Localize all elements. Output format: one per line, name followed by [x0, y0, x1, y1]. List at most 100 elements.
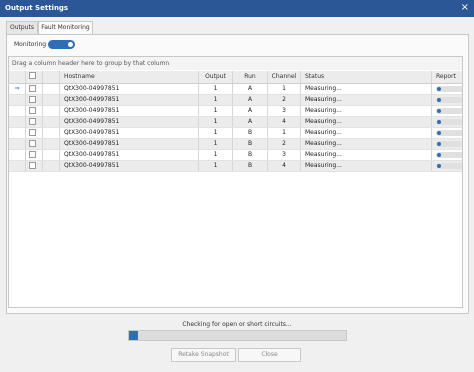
- report-cell: [432, 95, 462, 105]
- hostname-cell: QtX300-04997851: [60, 117, 199, 127]
- indicator-header: [9, 71, 26, 83]
- row-checkbox[interactable]: [29, 107, 36, 114]
- row-indicator-cell: ⇒: [9, 84, 26, 94]
- report-toggle-knob: [437, 87, 441, 91]
- report-toggle[interactable]: [436, 86, 462, 92]
- column-header-output[interactable]: Output: [199, 71, 233, 83]
- monitoring-label: Monitoring: [14, 41, 47, 48]
- report-cell: [432, 128, 462, 138]
- row-checkbox-cell: [26, 161, 43, 171]
- hostname-cell: QtX300-04997851: [60, 106, 199, 116]
- report-toggle[interactable]: [436, 108, 462, 114]
- progress-fill: [129, 331, 138, 340]
- row-checkbox[interactable]: [29, 140, 36, 147]
- row-checkbox[interactable]: [29, 129, 36, 136]
- status-cell: Measuring...: [301, 95, 432, 105]
- close-button[interactable]: Close: [238, 348, 301, 362]
- status-cell: Measuring...: [301, 128, 432, 138]
- row-blank-cell: [43, 95, 60, 105]
- status-cell: Measuring...: [301, 161, 432, 171]
- hostname-cell: QtX300-04997851: [60, 95, 199, 105]
- row-checkbox-cell: [26, 95, 43, 105]
- run-cell: A: [233, 84, 268, 94]
- table-row[interactable]: QtX300-04997851 1 B 2 Measuring...: [9, 139, 462, 150]
- column-header-run[interactable]: Run: [233, 71, 268, 83]
- output-cell: 1: [199, 95, 233, 105]
- channel-cell: 2: [268, 139, 301, 149]
- report-toggle-knob: [437, 142, 441, 146]
- table-row[interactable]: QtX300-04997851 1 A 3 Measuring...: [9, 106, 462, 117]
- report-cell: [432, 84, 462, 94]
- table-row[interactable]: QtX300-04997851 1 B 1 Measuring...: [9, 128, 462, 139]
- table-row[interactable]: QtX300-04997851 1 A 4 Measuring...: [9, 117, 462, 128]
- output-cell: 1: [199, 139, 233, 149]
- column-header-hostname[interactable]: Hostname: [60, 71, 199, 83]
- column-header-report[interactable]: Report: [432, 71, 462, 83]
- report-toggle-knob: [437, 164, 441, 168]
- table-row[interactable]: QtX300-04997851 1 A 2 Measuring...: [9, 95, 462, 106]
- report-toggle[interactable]: [436, 141, 462, 147]
- run-cell: B: [233, 161, 268, 171]
- row-indicator-cell: [9, 95, 26, 105]
- toggle-knob: [68, 42, 73, 47]
- output-cell: 1: [199, 84, 233, 94]
- column-header-status[interactable]: Status: [301, 71, 432, 83]
- table-row[interactable]: QtX300-04997851 1 B 4 Measuring...: [9, 161, 462, 172]
- channel-cell: 4: [268, 117, 301, 127]
- row-blank-cell: [43, 128, 60, 138]
- row-checkbox-cell: [26, 150, 43, 160]
- status-cell: Measuring...: [301, 139, 432, 149]
- row-indicator-cell: [9, 150, 26, 160]
- progress-bar: [128, 330, 347, 341]
- select-all-header[interactable]: [26, 71, 43, 83]
- row-indicator-cell: [9, 106, 26, 116]
- row-checkbox[interactable]: [29, 162, 36, 169]
- status-cell: Measuring...: [301, 106, 432, 116]
- run-cell: B: [233, 128, 268, 138]
- output-cell: 1: [199, 150, 233, 160]
- row-indicator-cell: [9, 161, 26, 171]
- report-toggle-knob: [437, 131, 441, 135]
- row-blank-cell: [43, 139, 60, 149]
- report-toggle-knob: [437, 98, 441, 102]
- status-cell: Measuring...: [301, 84, 432, 94]
- tab-fault-monitoring[interactable]: Fault Monitoring: [38, 21, 93, 35]
- row-checkbox[interactable]: [29, 85, 36, 92]
- report-toggle[interactable]: [436, 130, 462, 136]
- close-icon[interactable]: ×: [461, 2, 469, 14]
- hostname-cell: QtX300-04997851: [60, 84, 199, 94]
- window-title: Output Settings: [5, 4, 69, 12]
- row-checkbox[interactable]: [29, 96, 36, 103]
- output-cell: 1: [199, 161, 233, 171]
- monitoring-toggle[interactable]: [48, 40, 75, 49]
- outputs-grid: Drag a column header here to group by th…: [8, 56, 463, 308]
- row-checkbox-cell: [26, 106, 43, 116]
- row-checkbox[interactable]: [29, 118, 36, 125]
- run-cell: B: [233, 139, 268, 149]
- column-header-channel[interactable]: Channel: [268, 71, 301, 83]
- run-cell: A: [233, 95, 268, 105]
- hostname-cell: QtX300-04997851: [60, 128, 199, 138]
- row-checkbox[interactable]: [29, 151, 36, 158]
- output-cell: 1: [199, 128, 233, 138]
- retake-snapshot-button[interactable]: Retake Snapshot: [171, 348, 236, 362]
- grid-header: Hostname Output Run Channel Status Repor…: [9, 71, 462, 84]
- report-toggle[interactable]: [436, 152, 462, 158]
- tab-outputs[interactable]: Outputs: [6, 21, 38, 34]
- report-toggle[interactable]: [436, 163, 462, 169]
- report-cell: [432, 106, 462, 116]
- table-row[interactable]: QtX300-04997851 1 B 3 Measuring...: [9, 150, 462, 161]
- group-by-area[interactable]: Drag a column header here to group by th…: [9, 57, 462, 70]
- report-cell: [432, 139, 462, 149]
- row-indicator-cell: [9, 128, 26, 138]
- table-row[interactable]: ⇒ QtX300-04997851 1 A 1 Measuring...: [9, 84, 462, 95]
- report-toggle[interactable]: [436, 119, 462, 125]
- run-cell: A: [233, 106, 268, 116]
- select-all-checkbox[interactable]: [29, 72, 36, 79]
- report-toggle-knob: [437, 109, 441, 113]
- row-blank-cell: [43, 84, 60, 94]
- row-blank-cell: [43, 106, 60, 116]
- row-checkbox-cell: [26, 139, 43, 149]
- report-toggle[interactable]: [436, 97, 462, 103]
- status-cell: Measuring...: [301, 117, 432, 127]
